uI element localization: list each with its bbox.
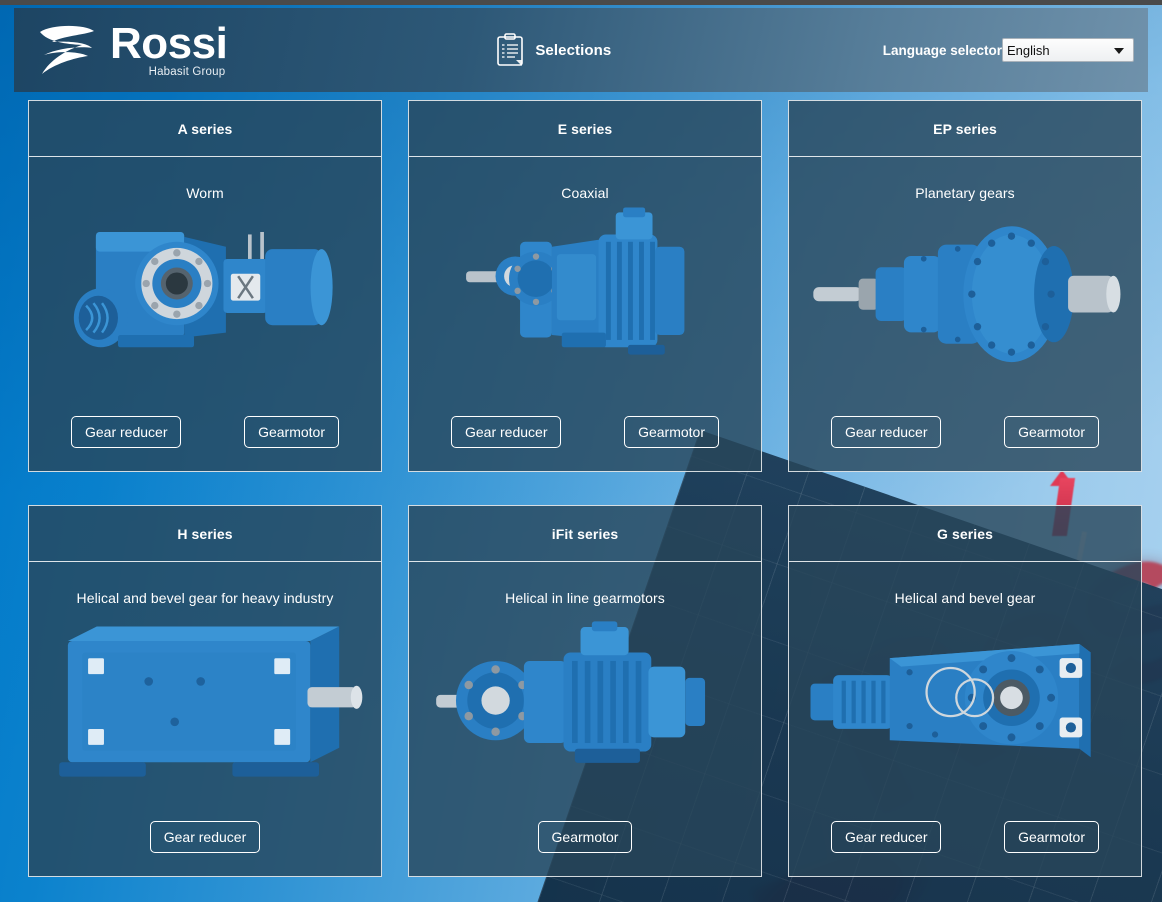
language-select[interactable]: English (1002, 38, 1134, 62)
card-subtitle: Planetary gears (915, 185, 1015, 201)
brand-logo[interactable]: Rossi Habasit Group (14, 8, 254, 92)
gear-reducer-button[interactable]: Gear reducer (831, 416, 942, 448)
rossi-ribbon-logo-icon (40, 25, 94, 75)
gearmotor-button[interactable]: Gearmotor (1004, 821, 1099, 853)
gear-reducer-button[interactable]: Gear reducer (149, 821, 261, 853)
card-title: iFit series (551, 525, 619, 542)
product-series-grid: A series Worm Gear reducer Gearmotor E s… (0, 100, 1162, 902)
card-actions: Gear reducer Gearmotor (409, 393, 761, 471)
card-header: iFit series (409, 506, 761, 562)
product-series-card: G series Helical and bevel gear Gear red… (788, 505, 1142, 877)
card-title: H series (177, 525, 233, 542)
coaxial-gearmotor-image (466, 207, 685, 355)
gearmotor-button[interactable]: Gearmotor (537, 821, 633, 853)
gear-reducer-button[interactable]: Gear reducer (71, 416, 182, 448)
language-selector-label: Language selector (882, 42, 1002, 58)
brand-name: Rossi (110, 18, 228, 68)
helical-bevel-gearmotor-image (810, 643, 1091, 758)
card-product-image (789, 606, 1141, 798)
card-product-image (29, 201, 381, 393)
gearmotor-button[interactable]: Gearmotor (624, 416, 719, 448)
window-top-strip (0, 0, 1162, 5)
clipboard-checklist-icon (497, 33, 524, 66)
card-product-image (789, 201, 1141, 393)
card-header: EP series (789, 101, 1141, 157)
planetary-gear-image (813, 226, 1121, 363)
card-header: A series (29, 101, 381, 157)
heavy-industry-gear-unit-image (59, 626, 363, 778)
card-actions: Gear reducer Gearmotor (789, 393, 1141, 471)
card-title: G series (936, 525, 994, 542)
card-title: E series (557, 120, 613, 137)
product-series-card: EP series Planetary gears Gear reducer G… (788, 100, 1142, 472)
gearmotor-button[interactable]: Gearmotor (244, 416, 339, 448)
product-series-card: iFit series Helical in line gearmotors G… (408, 505, 762, 877)
inline-gearmotor-image (436, 621, 706, 763)
gear-reducer-button[interactable]: Gear reducer (831, 821, 942, 853)
product-series-card: A series Worm Gear reducer Gearmotor (28, 100, 382, 472)
card-subtitle: Helical in line gearmotors (505, 590, 665, 606)
card-header: H series (29, 506, 381, 562)
card-actions: Gear reducer Gearmotor (29, 393, 381, 471)
language-selector-group: Language selector English (883, 38, 1148, 62)
card-header: G series (789, 506, 1141, 562)
app-header: Rossi Habasit Group Selections Language … (14, 8, 1148, 92)
selections-label: Selections (535, 41, 612, 59)
worm-gearmotor-image (73, 231, 333, 348)
card-actions: Gear reducer Gearmotor (789, 798, 1141, 876)
card-header: E series (409, 101, 761, 157)
card-product-image (409, 201, 761, 393)
gearmotor-button[interactable]: Gearmotor (1004, 416, 1099, 448)
card-subtitle: Worm (186, 185, 224, 201)
card-subtitle: Helical and bevel gear (894, 590, 1036, 606)
card-subtitle: Helical and bevel gear for heavy industr… (76, 590, 334, 606)
card-actions: Gear reducer (29, 798, 381, 876)
card-product-image (409, 606, 761, 798)
product-series-card: H series Helical and bevel gear for heavy… (28, 505, 382, 877)
selections-nav-item[interactable]: Selections (224, 33, 883, 67)
card-actions: Gearmotor (409, 798, 761, 876)
card-title: EP series (933, 120, 997, 137)
gear-reducer-button[interactable]: Gear reducer (451, 416, 562, 448)
product-series-card: E series Coaxial Gear reducer Gearmotor (408, 100, 762, 472)
card-product-image (29, 606, 381, 798)
card-title: A series (177, 120, 233, 137)
card-subtitle: Coaxial (561, 185, 609, 201)
